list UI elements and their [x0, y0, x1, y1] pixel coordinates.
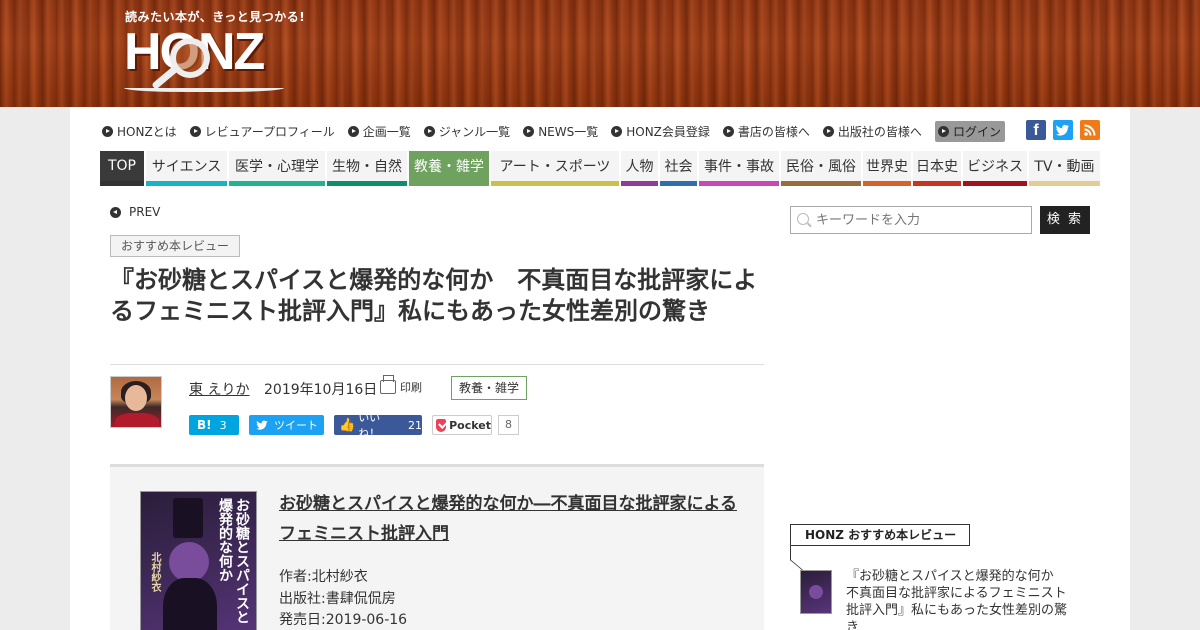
category-tab-folklore[interactable]: 民俗・風俗: [781, 151, 861, 186]
book-title-link[interactable]: お砂糖とスパイスと爆発的な何か―不真面目な批評家によるフェミニスト批評入門: [279, 489, 739, 549]
recommended-item-thumbnail[interactable]: [800, 570, 832, 614]
site-logo[interactable]: 読みたい本が、きっと見つかる! HONZ: [122, 8, 305, 100]
login-button[interactable]: ログイン: [934, 120, 1005, 142]
facebook-like-button[interactable]: 👍 いいね！ 21: [334, 411, 422, 440]
book-publisher: 出版社:書肆侃侃房: [279, 591, 396, 607]
category-tab-science[interactable]: サイエンス: [146, 151, 227, 186]
util-link-publishers[interactable]: 出版社の皆様へ: [822, 123, 922, 140]
arrow-circle-icon: [347, 125, 359, 137]
category-tab-world-history[interactable]: 世界史: [863, 151, 911, 186]
category-tab-incidents[interactable]: 事件・事故: [699, 151, 779, 186]
category-tab-japan-history[interactable]: 日本史: [913, 151, 961, 186]
author-name-link[interactable]: 東 えりか: [189, 379, 249, 399]
twitter-icon[interactable]: [1053, 120, 1073, 140]
author-avatar[interactable]: [110, 376, 162, 428]
article-genre-tag[interactable]: おすすめ本レビュー: [110, 235, 241, 257]
util-link-news[interactable]: NEWS一覧: [523, 123, 598, 140]
util-link-about[interactable]: HONZとは: [102, 123, 177, 140]
prev-link[interactable]: PREV: [110, 205, 160, 219]
like-count: 21: [408, 418, 422, 432]
utility-nav: HONZとは レビュアープロフィール 企画一覧 ジャンル一覧 NEWS一覧 HO…: [102, 120, 1005, 142]
util-link-genres[interactable]: ジャンル一覧: [423, 123, 510, 140]
category-tab-people[interactable]: 人物: [621, 151, 658, 186]
article-title: 『お砂糖とスパイスと爆発的な何か 不真面目な批評家によるフェミニスト批評入門』私…: [110, 266, 758, 325]
cover-title-line2: 爆発的な何か: [217, 498, 233, 582]
category-tab-society[interactable]: 社会: [660, 151, 697, 186]
category-nav: TOP サイエンス 医学・心理学 生物・自然 教養・雑学 アート・スポーツ 人物…: [100, 151, 1102, 186]
book-release-date: 発売日:2019-06-16: [279, 612, 408, 628]
arrow-circle-icon: [611, 125, 623, 137]
arrow-circle-icon: [189, 125, 201, 137]
post-date: 2019年10月16日: [264, 382, 378, 398]
book-author: 作者:北村紗衣: [279, 569, 368, 585]
print-button[interactable]: 印刷: [380, 375, 422, 395]
arrow-circle-icon: [102, 125, 113, 137]
cover-title-line1: お砂糖とスパイスと: [234, 498, 250, 624]
book-cover-image[interactable]: お砂糖とスパイスと 爆発的な何か 北村紗衣: [140, 491, 257, 630]
page-container: HONZとは レビュアープロフィール 企画一覧 ジャンル一覧 NEWS一覧 HO…: [70, 107, 1130, 630]
util-link-reviewers[interactable]: レビュアープロフィール: [189, 123, 335, 140]
util-link-bookstores[interactable]: 書店の皆様へ: [722, 123, 810, 140]
search-icon: [797, 213, 809, 225]
facebook-icon[interactable]: f: [1026, 120, 1046, 140]
book-info-box: お砂糖とスパイスと 爆発的な何か 北村紗衣 お砂糖とスパイスと爆発的な何か―不真…: [110, 464, 764, 630]
arrow-left-icon: [110, 206, 121, 218]
thumbs-up-icon: 👍: [339, 417, 356, 433]
category-tab-culture[interactable]: 教養・雑学: [409, 151, 489, 186]
tweet-button[interactable]: ツイート: [249, 415, 324, 435]
pocket-icon: [436, 418, 447, 432]
arrow-circle-icon: [822, 125, 834, 137]
category-tab-business[interactable]: ビジネス: [963, 151, 1027, 186]
printer-icon: [380, 375, 396, 394]
category-tab-art-sports[interactable]: アート・スポーツ: [491, 151, 619, 186]
category-tag[interactable]: 教養・雑学: [451, 376, 528, 400]
arrow-circle-icon: [937, 125, 949, 137]
category-tab-top[interactable]: TOP: [100, 151, 144, 186]
search-input[interactable]: [790, 206, 1032, 234]
arrow-circle-icon: [423, 125, 435, 137]
category-tab-tv[interactable]: TV・動画: [1029, 151, 1100, 186]
category-tab-medicine[interactable]: 医学・心理学: [229, 151, 325, 186]
header-banner: 読みたい本が、きっと見つかる! HONZ: [0, 0, 1200, 107]
util-link-register[interactable]: HONZ会員登録: [611, 123, 710, 140]
pocket-count: 8: [498, 415, 519, 435]
recommended-item-link[interactable]: 『お砂糖とスパイスと爆発的な何か 不真面目な批評家によるフェミニスト批評入門』私…: [846, 568, 1078, 630]
arrow-circle-icon: [722, 125, 734, 137]
book-icon: [124, 82, 284, 92]
divider: [110, 364, 764, 365]
arrow-circle-icon: [523, 125, 535, 137]
pocket-button[interactable]: Pocket: [432, 415, 492, 435]
recommended-reviews-heading: HONZ おすすめ本レビュー: [790, 524, 970, 546]
hatena-count: 3: [219, 418, 227, 432]
twitter-bird-icon: [256, 420, 268, 430]
util-link-features[interactable]: 企画一覧: [347, 123, 411, 140]
category-tab-biology[interactable]: 生物・自然: [327, 151, 407, 186]
hatena-bookmark-button[interactable]: B! 3: [189, 415, 239, 435]
search-button[interactable]: 検 索: [1040, 206, 1090, 234]
cover-author: 北村紗衣: [149, 552, 160, 592]
rss-icon[interactable]: [1080, 120, 1100, 140]
